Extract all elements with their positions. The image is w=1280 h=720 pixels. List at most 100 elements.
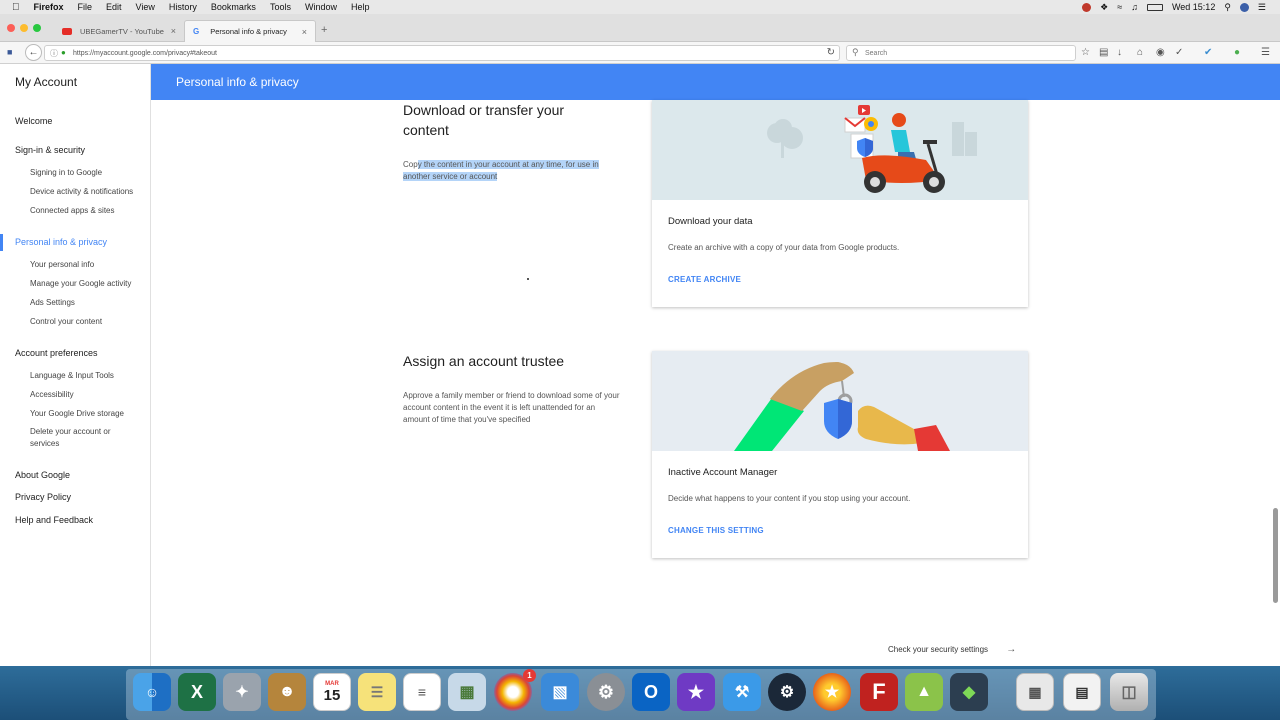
sidebar-item-signin-security[interactable]: Sign-in & security	[15, 145, 85, 155]
tab-personal-info[interactable]: G Personal info & privacy ×	[184, 20, 316, 42]
download-section-title: Download or transfer your content	[403, 102, 565, 138]
pocket-icon[interactable]: ◉	[1156, 47, 1165, 58]
menu-history[interactable]: History	[169, 2, 197, 12]
xcode-icon[interactable]: ⚒	[723, 673, 761, 711]
downloads-icon[interactable]: ↓	[1117, 47, 1122, 58]
system-preferences-icon[interactable]: ⚙	[587, 673, 625, 711]
menu-view[interactable]: View	[136, 2, 155, 12]
sidebar-toggle-icon[interactable]: ■	[7, 47, 12, 57]
excel-icon[interactable]: X	[178, 673, 216, 711]
menu-help[interactable]: Help	[351, 2, 370, 12]
sidebar-item-delete-account[interactable]: Delete your account or services	[30, 426, 125, 450]
android-file-transfer-icon[interactable]: ◆	[950, 673, 988, 711]
sidebar-item-signing-in[interactable]: Signing in to Google	[30, 167, 148, 179]
finder-icon[interactable]: ☺	[133, 673, 171, 711]
security-settings-label: Check your security settings	[888, 645, 989, 654]
dropbox-icon[interactable]: ❖	[1100, 2, 1108, 13]
menu-app-name[interactable]: Firefox	[34, 2, 64, 12]
sidebar-item-language[interactable]: Language & Input Tools	[30, 370, 148, 382]
battery-icon[interactable]	[1146, 3, 1163, 11]
sidebar-item-control-content[interactable]: Control your content	[30, 316, 148, 328]
trash-icon[interactable]: ◫	[1110, 673, 1148, 711]
activity-monitor-icon[interactable]: ▦	[1016, 673, 1054, 711]
minimize-window-icon[interactable]	[20, 24, 28, 32]
close-tab-icon[interactable]: ×	[302, 27, 307, 37]
trustee-section-title: Assign an account trustee	[403, 353, 565, 369]
spotlight-icon[interactable]: ⚲	[1224, 2, 1231, 13]
sidebar-item-account-preferences[interactable]: Account preferences	[15, 348, 98, 358]
reading-list-icon[interactable]: ▤	[1099, 47, 1108, 58]
launchpad-icon[interactable]: ✦	[223, 673, 261, 711]
page-header: Personal info & privacy	[151, 64, 1280, 100]
hamburger-menu-icon[interactable]: ☰	[1261, 47, 1270, 58]
menu-file[interactable]: File	[78, 2, 93, 12]
apple-icon[interactable]: 	[12, 2, 20, 13]
volume-icon[interactable]: ♫	[1131, 2, 1138, 12]
sidebar-item-accessibility[interactable]: Accessibility	[30, 389, 148, 401]
menu-edit[interactable]: Edit	[106, 2, 122, 12]
filezilla-icon[interactable]: F	[860, 673, 898, 711]
create-archive-link[interactable]: CREATE ARCHIVE	[668, 275, 741, 284]
sidebar-item-privacy-policy[interactable]: Privacy Policy	[15, 492, 71, 502]
download-card-title: Download your data	[668, 216, 753, 227]
wifi-icon[interactable]: ≈	[1117, 2, 1122, 12]
notes-icon[interactable]: ☰	[358, 673, 396, 711]
extension-green-icon[interactable]: ●	[1234, 47, 1240, 58]
keynote-icon[interactable]: ▧	[541, 673, 579, 711]
reminders-icon[interactable]: ≡	[403, 673, 441, 711]
sidebar-item-about-google[interactable]: About Google	[15, 470, 70, 480]
sidebar-item-ads-settings[interactable]: Ads Settings	[30, 297, 148, 309]
menu-window[interactable]: Window	[305, 2, 337, 12]
scrollbar-thumb[interactable]	[1273, 508, 1278, 603]
record-icon[interactable]	[1082, 2, 1092, 12]
contacts-icon[interactable]: ☻	[268, 673, 306, 711]
menu-bookmarks[interactable]: Bookmarks	[211, 2, 256, 12]
sidebar-item-google-activity[interactable]: Manage your Google activity	[30, 278, 148, 290]
steam-icon[interactable]: ⚙	[768, 673, 806, 711]
imovie-icon[interactable]: ★	[677, 673, 715, 711]
photos-icon[interactable]: 1	[494, 669, 536, 711]
search-input[interactable]: ⚲ Search	[846, 45, 1076, 61]
url-bar[interactable]: ⓘ ● https://myaccount.google.com/privacy…	[44, 45, 840, 61]
sidebar-item-connected-apps[interactable]: Connected apps & sites	[30, 205, 148, 217]
search-placeholder: Search	[865, 49, 888, 57]
sidebar-item-help-feedback[interactable]: Help and Feedback	[15, 515, 93, 525]
calendar-date: 15	[323, 686, 341, 704]
sidebar-item-device-activity[interactable]: Device activity & notifications	[30, 186, 148, 198]
menu-tools[interactable]: Tools	[270, 2, 291, 12]
change-setting-link[interactable]: CHANGE THIS SETTING	[668, 526, 764, 535]
sidebar-item-drive-storage[interactable]: Your Google Drive storage	[30, 408, 148, 420]
close-window-icon[interactable]	[7, 24, 15, 32]
extension-check-icon[interactable]: ✔	[1204, 47, 1212, 58]
notification-center-icon[interactable]: ☰	[1258, 2, 1266, 13]
reload-icon[interactable]: ↻	[827, 47, 835, 58]
calendar-icon[interactable]: MAR 15	[313, 673, 351, 711]
sidebar-item-personal-info[interactable]: Your personal info	[30, 259, 148, 271]
google-icon: G	[193, 27, 200, 36]
close-tab-icon[interactable]: ×	[171, 26, 176, 36]
bookmark-star-icon[interactable]: ☆	[1081, 47, 1090, 58]
preview-icon[interactable]: ▦	[448, 673, 486, 711]
clock[interactable]: Wed 15:12	[1172, 2, 1215, 12]
user-icon[interactable]	[1239, 2, 1249, 12]
sidebar-item-welcome[interactable]: Welcome	[15, 116, 52, 126]
back-button[interactable]: ←	[25, 44, 42, 61]
home-icon[interactable]: ⌂	[1137, 47, 1143, 58]
sidebar-title[interactable]: My Account	[15, 75, 77, 89]
tab-youtube[interactable]: UBEGamerTV - YouTube ×	[54, 20, 184, 42]
inactive-card-desc: Decide what happens to your content if y…	[668, 494, 911, 503]
info-icon[interactable]: ⓘ	[50, 48, 58, 59]
firefox-icon[interactable]: ★	[813, 673, 851, 711]
main-content: Download or transfer your content Copy t…	[151, 100, 1280, 666]
navigation-bar: ■ ← ⓘ ● https://myaccount.google.com/pri…	[0, 42, 1280, 64]
extension-icon[interactable]: ✓	[1175, 47, 1183, 58]
new-tab-icon[interactable]: +	[321, 24, 327, 36]
security-settings-link[interactable]: Check your security settings →	[888, 644, 1016, 655]
active-indicator	[0, 234, 3, 251]
outlook-icon[interactable]: O	[632, 673, 670, 711]
sidebar-item-personal-info-privacy[interactable]: Personal info & privacy	[15, 237, 107, 247]
zoom-window-icon[interactable]	[33, 24, 41, 32]
screenshot-folder-icon[interactable]: ▤	[1063, 673, 1101, 711]
android-studio-icon[interactable]: ▲	[905, 673, 943, 711]
desc-part: Cop	[403, 160, 418, 169]
